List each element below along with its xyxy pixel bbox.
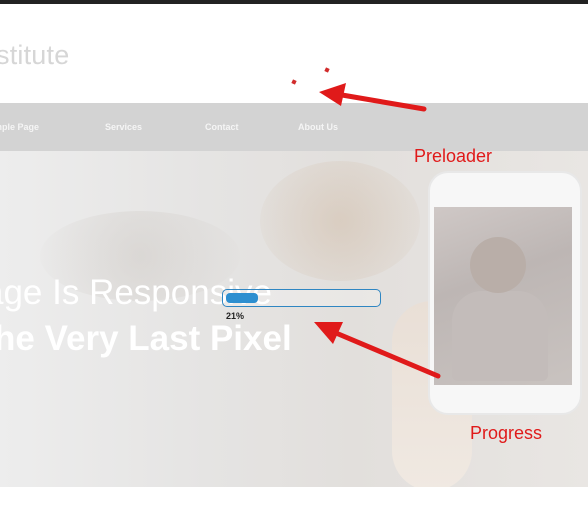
preloader-arrow-shaft <box>339 92 427 112</box>
progress-arrow-shaft <box>333 330 441 379</box>
preloader-arrow-head <box>319 83 346 106</box>
progress-annotation: Progress <box>470 423 543 443</box>
preloader-annotation: Preloader <box>414 146 493 166</box>
